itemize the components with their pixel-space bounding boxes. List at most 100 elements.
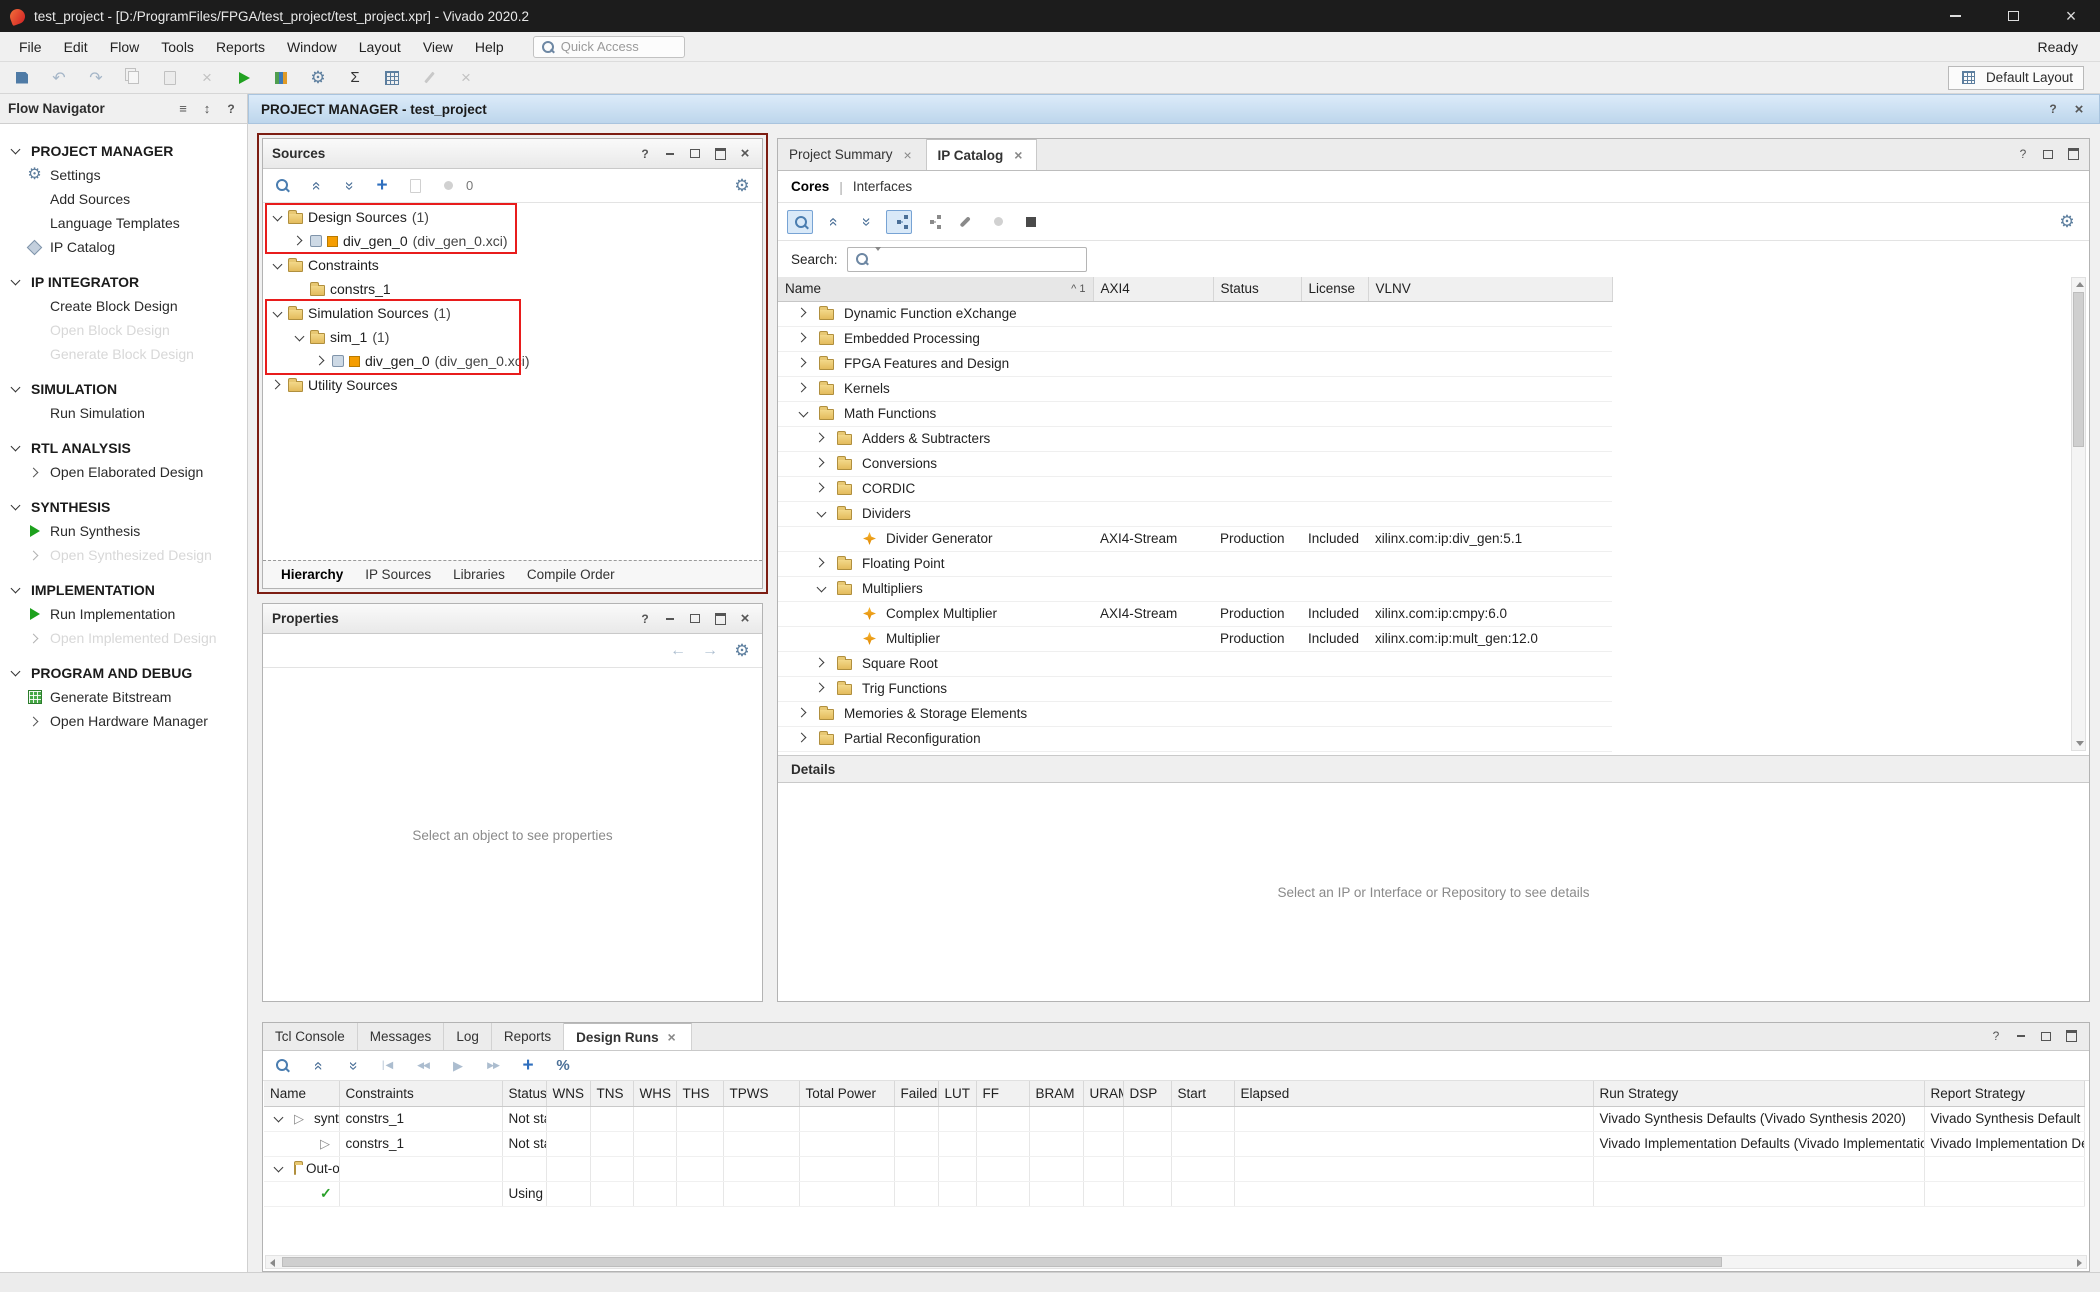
- flow-row[interactable]: Open Elaborated Design: [0, 460, 247, 484]
- flow-row[interactable]: Generate Bitstream: [0, 685, 247, 709]
- flow-row[interactable]: Language Templates: [0, 211, 247, 235]
- horizontal-scrollbar[interactable]: [265, 1255, 2087, 1269]
- sources-view-tab[interactable]: Hierarchy: [271, 564, 353, 585]
- menu-item[interactable]: Tools: [150, 35, 205, 59]
- maximize-icon[interactable]: [712, 146, 728, 162]
- bottom-tab[interactable]: Log: [444, 1023, 492, 1050]
- runs-column-header[interactable]: FF: [976, 1081, 1029, 1106]
- close-tab-icon[interactable]: [665, 1029, 679, 1045]
- scrollbar-thumb[interactable]: [282, 1257, 1722, 1267]
- runs-column-header[interactable]: Failed Routes: [894, 1081, 938, 1106]
- search-icon[interactable]: [787, 210, 813, 234]
- ip-row[interactable]: Complex Multiplier AXI4-Stream Productio…: [778, 601, 1612, 626]
- delete-icon[interactable]: [197, 68, 217, 88]
- source-tree-row[interactable]: div_gen_0 (div_gen_0.xci): [263, 229, 762, 253]
- ip-row[interactable]: Adders & Subtracters: [778, 426, 1612, 451]
- report-icon[interactable]: [405, 176, 425, 196]
- ip-row[interactable]: Math Functions: [778, 401, 1612, 426]
- expander-icon[interactable]: [797, 382, 810, 395]
- expander-icon[interactable]: [272, 1162, 285, 1175]
- source-tree-row[interactable]: Simulation Sources (1): [263, 301, 762, 325]
- menu-item[interactable]: Window: [276, 35, 348, 59]
- design-run-row[interactable]: Out-of-Context Module Runs: [264, 1156, 2085, 1181]
- expander-icon[interactable]: [271, 259, 284, 272]
- help-icon[interactable]: [1988, 1028, 2004, 1044]
- ip-search-input[interactable]: [847, 247, 1087, 272]
- expander-icon[interactable]: [797, 707, 810, 720]
- step-back-icon[interactable]: [413, 1056, 433, 1076]
- close-icon[interactable]: [2071, 101, 2087, 117]
- copy-icon[interactable]: [123, 68, 143, 88]
- bottom-tab[interactable]: Messages: [358, 1023, 445, 1050]
- search-icon[interactable]: [273, 1056, 293, 1076]
- expander-icon[interactable]: [815, 432, 828, 445]
- group-by-hierarchy-icon[interactable]: [886, 210, 912, 234]
- minimize-icon[interactable]: [2013, 1028, 2029, 1044]
- layout-grid-icon[interactable]: [382, 68, 402, 88]
- flow-row[interactable]: RTL ANALYSIS: [0, 436, 247, 460]
- help-icon[interactable]: [2015, 146, 2031, 162]
- bottom-tab[interactable]: Reports: [492, 1023, 564, 1050]
- flow-row[interactable]: Settings: [0, 163, 247, 187]
- step-forward-icon[interactable]: [483, 1056, 503, 1076]
- status-circle-icon[interactable]: [438, 176, 458, 196]
- ip-row[interactable]: FPGA Features and Design: [778, 351, 1612, 376]
- float-icon[interactable]: [687, 611, 703, 627]
- runs-column-header[interactable]: Start: [1171, 1081, 1234, 1106]
- quick-access-search[interactable]: Quick Access: [533, 36, 685, 58]
- expander-icon[interactable]: [272, 1112, 285, 1125]
- flow-row[interactable]: IMPLEMENTATION: [0, 578, 247, 602]
- close-icon[interactable]: [737, 611, 753, 627]
- runs-column-header[interactable]: WHS: [633, 1081, 676, 1106]
- redo-icon[interactable]: [86, 68, 106, 88]
- collapse-all-icon[interactable]: [308, 1056, 328, 1076]
- ip-settings-wrench-icon[interactable]: [952, 210, 978, 234]
- ip-row[interactable]: Memories & Storage Elements: [778, 701, 1612, 726]
- flow-row[interactable]: Create Block Design: [0, 294, 247, 318]
- float-icon[interactable]: [2040, 146, 2056, 162]
- source-tree-row[interactable]: sim_1 (1): [263, 325, 762, 349]
- add-sources-icon[interactable]: [372, 176, 392, 196]
- scroll-down-icon[interactable]: [2076, 741, 2084, 746]
- flow-row[interactable]: Run Synthesis: [0, 519, 247, 543]
- percent-icon[interactable]: [553, 1056, 573, 1076]
- column-header-axi4[interactable]: AXI4: [1093, 277, 1213, 301]
- help-icon[interactable]: [223, 101, 239, 117]
- design-run-row[interactable]: synth_1 constrs_1 Not started: [264, 1106, 2085, 1131]
- tab-ip-catalog[interactable]: IP Catalog: [927, 139, 1038, 170]
- expander-icon[interactable]: [815, 582, 828, 595]
- disabled-circle-icon[interactable]: [985, 210, 1011, 234]
- runs-column-header[interactable]: DSP: [1123, 1081, 1171, 1106]
- edit-icon[interactable]: [419, 68, 439, 88]
- scroll-left-icon[interactable]: [270, 1259, 275, 1267]
- collapse-all-icon[interactable]: [306, 176, 326, 196]
- flow-row[interactable]: SIMULATION: [0, 377, 247, 401]
- subtab-cores[interactable]: Cores: [791, 179, 829, 194]
- source-tree-row[interactable]: div_gen_0 (div_gen_0.xci): [263, 349, 762, 373]
- ip-row[interactable]: Trig Functions: [778, 676, 1612, 701]
- runs-column-header[interactable]: LUT: [938, 1081, 976, 1106]
- source-tree-row[interactable]: constrs_1: [263, 277, 762, 301]
- runs-column-header[interactable]: Run Strategy: [1593, 1081, 1924, 1106]
- flow-row[interactable]: Open Hardware Manager: [0, 709, 247, 733]
- menu-item[interactable]: View: [412, 35, 464, 59]
- sum-icon[interactable]: [345, 68, 365, 88]
- bottom-tab[interactable]: Tcl Console: [263, 1023, 358, 1050]
- source-tree-row[interactable]: Constraints: [263, 253, 762, 277]
- source-tree-row[interactable]: Utility Sources: [263, 373, 762, 397]
- flow-row[interactable]: SYNTHESIS: [0, 495, 247, 519]
- minimize-button[interactable]: [1926, 0, 1984, 32]
- maximize-icon[interactable]: [712, 611, 728, 627]
- ip-row[interactable]: Multiplier Production Included xilinx.co…: [778, 626, 1612, 651]
- runs-column-header[interactable]: Name: [264, 1081, 339, 1106]
- column-header-vlnv[interactable]: VLNV: [1368, 277, 1612, 301]
- expander-icon[interactable]: [815, 482, 828, 495]
- source-tree-row[interactable]: Design Sources (1): [263, 205, 762, 229]
- flow-row[interactable]: IP INTEGRATOR: [0, 270, 247, 294]
- runs-column-header[interactable]: BRAM: [1029, 1081, 1083, 1106]
- expander-icon[interactable]: [271, 379, 284, 392]
- design-run-row[interactable]: div_gen_0 Using cached IP results: [264, 1181, 2085, 1206]
- properties-panel-header[interactable]: Properties: [263, 604, 762, 634]
- expander-icon[interactable]: [815, 507, 828, 520]
- dock-icon[interactable]: [175, 101, 191, 117]
